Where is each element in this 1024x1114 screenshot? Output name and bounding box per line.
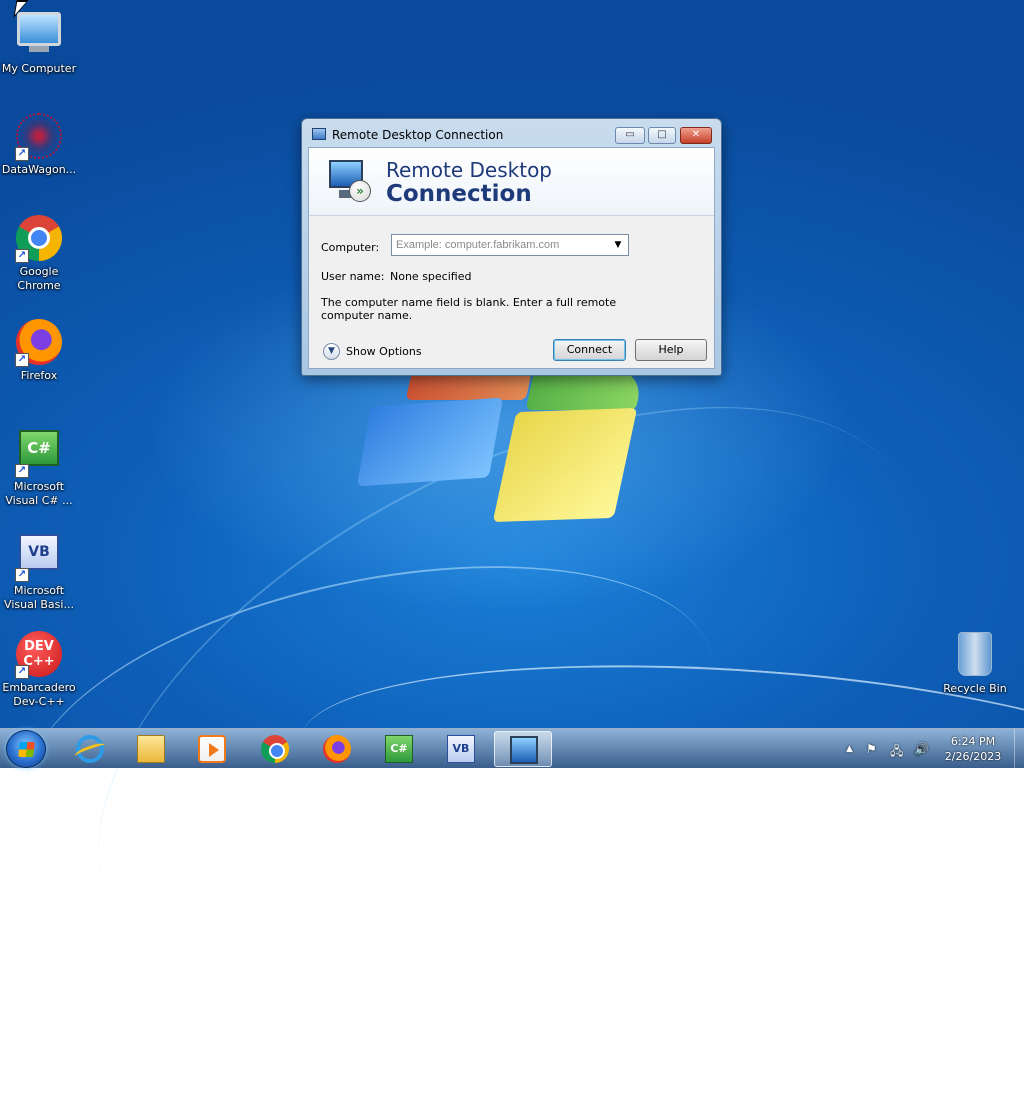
desktop-icon-label: Embarcadero Dev-C++ [2,681,76,708]
taskbar-item-remote-desktop[interactable] [494,731,552,767]
visual-csharp-icon: C# ↗ [15,430,63,478]
windows-logo-icon [18,742,35,757]
desktop-icon-label: Microsoft Visual Basi... [4,584,74,611]
expand-chevron-icon[interactable]: ▼ [323,343,340,360]
desktop-icon-dev-cpp[interactable]: DEV C++ ↗ Embarcadero Dev-C++ [0,630,78,709]
computer-icon [15,12,63,60]
firefox-icon [323,735,351,763]
maximize-button[interactable]: □ [648,127,676,144]
desktop-icon-visual-csharp[interactable]: C# ↗ Microsoft Visual C# ... [0,424,78,508]
firefox-icon: ↗ [15,319,63,367]
chrome-icon: ↗ [15,215,63,263]
desktop-background: My Computer ↗ DataWagon... ↗ Google Chro… [0,0,1024,1114]
dialog-banner: » Remote Desktop Connection [309,148,714,216]
show-hidden-icons-icon[interactable]: ▲ [846,744,853,754]
desktop-icon-recycle-bin[interactable]: Recycle Bin [936,630,1014,696]
banner-title-line1: Remote Desktop [386,158,553,182]
network-icon[interactable]: 🖧 [890,742,903,763]
remote-desktop-icon: » [327,158,373,204]
chrome-icon [261,735,289,763]
logo-pane-yellow [492,407,638,523]
computer-label: Computer: [321,241,380,254]
close-button[interactable]: ✕ [680,127,712,144]
remote-desktop-dialog: Remote Desktop Connection ▭ □ ✕ » Remote… [301,118,722,376]
taskbar-item-visual-basic[interactable]: VB [432,731,490,767]
connect-button[interactable]: Connect [553,339,626,361]
chevron-down-icon[interactable]: ▼ [610,237,626,253]
computer-input[interactable] [392,235,610,255]
desktop-icon-label: Firefox [20,369,58,382]
remote-desktop-icon [312,128,326,140]
taskbar-item-visual-csharp[interactable]: C# [370,731,428,767]
internet-explorer-icon [76,735,104,763]
system-tray: ▲ ⚑ 🖧 🔊 [842,729,942,769]
dev-cpp-icon: DEV C++ ↗ [15,631,63,679]
dialog-title-bar[interactable]: Remote Desktop Connection ▭ □ ✕ [302,119,721,147]
recycle-bin-icon [951,632,999,680]
clock-time: 6:24 PM [950,735,996,748]
show-desktop-button[interactable] [1014,729,1024,769]
action-center-flag-icon[interactable]: ⚑ [866,742,877,756]
validation-message: The computer name field is blank. Enter … [321,296,617,322]
media-player-icon [198,735,226,763]
computer-combobox[interactable]: ▼ [391,234,629,256]
banner-title-line2: Connection [386,181,532,207]
taskbar-item-internet-explorer[interactable] [61,731,119,767]
taskbar: C# VB ▲ ⚑ 🖧 🔊 6:24 PM 2/26/2023 [0,728,1024,769]
username-label: User name: [321,270,385,283]
logo-pane-blue [356,397,504,487]
visual-basic-icon: VB [447,735,475,763]
shortcut-arrow-icon: ↗ [15,147,29,161]
taskbar-item-chrome[interactable] [246,731,304,767]
clock[interactable]: 6:24 PM 2/26/2023 [930,734,1016,764]
shortcut-arrow-icon: ↗ [15,353,29,367]
minimize-button[interactable]: ▭ [615,127,645,144]
username-value: None specified [390,270,472,283]
shortcut-arrow-icon: ↗ [15,665,29,679]
taskbar-item-firefox[interactable] [308,731,366,767]
desktop-icon-label: Google Chrome [17,265,61,292]
desktop-icon-my-computer[interactable]: My Computer [0,8,78,76]
help-button[interactable]: Help [635,339,707,361]
logo-pane-green [525,370,645,410]
desktop-icon-visual-basic[interactable]: VB ↗ Microsoft Visual Basi... [0,528,78,612]
desktop-icon-datawagon[interactable]: ↗ DataWagon... [0,112,78,177]
visual-basic-icon: VB ↗ [15,534,63,582]
shortcut-arrow-icon: ↗ [15,249,29,263]
datawagon-icon: ↗ [15,113,63,161]
taskbar-item-windows-explorer[interactable] [122,731,180,767]
dialog-client-area: » Remote Desktop Connection Computer: ▼ … [308,147,715,369]
desktop-icon-label: Recycle Bin [943,682,1007,695]
desktop-icon-label: Microsoft Visual C# ... [5,480,73,507]
desktop-icon-label: My Computer [1,62,77,75]
windows-explorer-icon [137,735,165,763]
windows-logo-wallpaper [355,360,655,540]
visual-csharp-icon: C# [385,735,413,763]
desktop-icon-label: DataWagon... [1,163,77,176]
show-options-label: Show Options [346,345,422,358]
remote-desktop-icon [510,736,538,764]
clock-date: 2/26/2023 [944,750,1002,763]
volume-icon[interactable]: 🔊 [914,742,929,756]
shortcut-arrow-icon: ↗ [15,464,29,478]
shortcut-arrow-icon: ↗ [15,568,29,582]
taskbar-item-media-player[interactable] [183,731,241,767]
start-button[interactable] [6,730,46,768]
desktop-icon-firefox[interactable]: ↗ Firefox [0,318,78,383]
dialog-title: Remote Desktop Connection [332,128,504,142]
desktop-icon-google-chrome[interactable]: ↗ Google Chrome [0,214,78,293]
